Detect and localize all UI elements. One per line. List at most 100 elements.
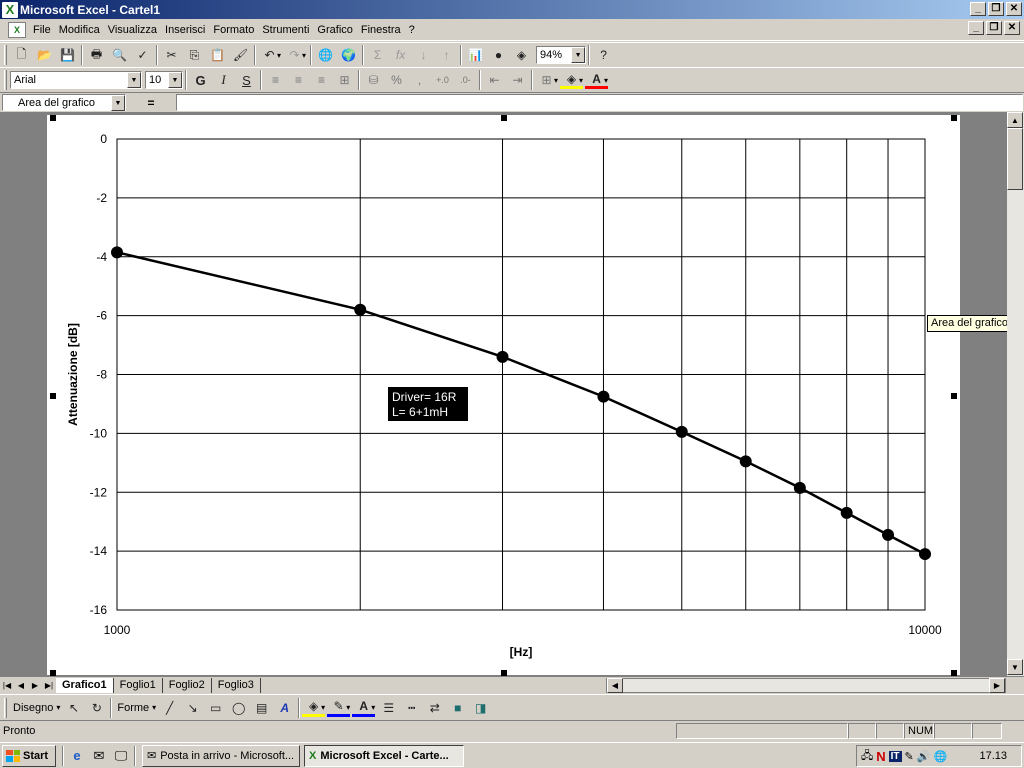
wordart-icon[interactable]: A — [273, 697, 296, 719]
web-toolbar-icon[interactable]: 🌍 — [337, 44, 360, 66]
bold-button[interactable]: G — [189, 69, 212, 91]
selection-handle[interactable] — [501, 115, 507, 121]
internet-explorer-icon[interactable]: e — [66, 745, 88, 767]
toolbar-grip[interactable] — [4, 45, 7, 65]
pen-icon[interactable]: ✎ — [905, 750, 914, 763]
first-sheet-icon[interactable]: |◀ — [0, 678, 14, 692]
cut-icon[interactable]: ✂ — [160, 44, 183, 66]
save-icon[interactable]: 💾 — [56, 44, 79, 66]
menu-visualizza[interactable]: Visualizza — [104, 24, 161, 36]
speaker-icon[interactable]: 🔊 — [917, 750, 931, 763]
currency-icon[interactable]: ⛁ — [362, 69, 385, 91]
minimize-button[interactable]: _ — [970, 2, 986, 16]
increase-indent-icon[interactable]: ⇥ — [506, 69, 529, 91]
document-icon[interactable]: X — [8, 22, 26, 38]
arrow-style-icon[interactable]: ⇄ — [423, 697, 446, 719]
oval-icon[interactable]: ◯ — [227, 697, 250, 719]
vertical-scrollbar[interactable]: ▲ ▼ — [1007, 112, 1024, 676]
autosum-icon[interactable]: Σ — [366, 44, 389, 66]
office-assistant-icon[interactable]: ? — [592, 44, 615, 66]
tab-foglio2[interactable]: Foglio2 — [163, 677, 212, 693]
show-desktop-icon[interactable]: 🖵 — [110, 745, 132, 767]
menu-file[interactable]: File — [29, 24, 55, 36]
select-objects-icon[interactable]: ↖ — [62, 697, 85, 719]
font-size-select[interactable]: 10 ▼ — [145, 71, 183, 89]
language-indicator[interactable]: IT — [888, 750, 902, 762]
print-icon[interactable]: 🖶 — [85, 44, 108, 66]
decrease-decimal-icon[interactable]: .0- — [454, 69, 477, 91]
menu-strumenti[interactable]: Strumenti — [258, 24, 313, 36]
tab-foglio1[interactable]: Foglio1 — [114, 677, 163, 693]
sort-asc-icon[interactable]: ↓ — [412, 44, 435, 66]
align-right-icon[interactable]: ≡ — [310, 69, 333, 91]
menu-help[interactable]: ? — [405, 24, 419, 36]
align-center-icon[interactable]: ≡ — [287, 69, 310, 91]
chevron-down-icon[interactable]: ▼ — [571, 47, 586, 63]
3d-icon[interactable]: ◨ — [469, 697, 492, 719]
autoshapes-button[interactable]: Forme — [114, 702, 152, 714]
scroll-up-button[interactable]: ▲ — [1007, 112, 1023, 128]
chevron-down-icon[interactable]: ▼ — [111, 95, 125, 111]
copy-icon[interactable]: ⎘ — [183, 44, 206, 66]
selection-handle[interactable] — [951, 393, 957, 399]
chevron-down-icon[interactable]: ▼ — [168, 72, 182, 88]
menu-modifica[interactable]: Modifica — [55, 24, 104, 36]
last-sheet-icon[interactable]: ▶| — [42, 678, 56, 692]
dash-style-icon[interactable]: ┅ — [400, 697, 423, 719]
print-preview-icon[interactable]: 🔍 — [108, 44, 131, 66]
paste-icon[interactable]: 📋 — [206, 44, 229, 66]
format-painter-icon[interactable]: 🖌 — [229, 44, 252, 66]
toolbar-grip[interactable] — [4, 697, 7, 718]
new-icon[interactable]: 🗋 — [10, 44, 33, 66]
outlook-icon[interactable]: ✉ — [88, 745, 110, 767]
restore-button[interactable]: ❐ — [988, 2, 1004, 16]
next-sheet-icon[interactable]: ▶ — [28, 678, 42, 692]
network-icon[interactable]: 🖧 — [861, 747, 873, 766]
line-icon[interactable]: ╱ — [158, 697, 181, 719]
chart-area[interactable]: 0 -2 -4 -6 -8 -10 -12 -14 -16 1000 10000 Attenuaz… — [47, 115, 960, 675]
sort-desc-icon[interactable]: ↑ — [435, 44, 458, 66]
toolbar-grip[interactable] — [4, 70, 7, 90]
font-select[interactable]: Arial ▼ — [10, 71, 142, 89]
selection-handle[interactable] — [50, 393, 56, 399]
merge-center-icon[interactable]: ⊞ — [333, 69, 356, 91]
shadow-icon[interactable]: ■ — [446, 697, 469, 719]
scroll-right-button[interactable]: ▶ — [989, 678, 1005, 693]
menu-inserisci[interactable]: Inserisci — [161, 24, 209, 36]
line-style-icon[interactable]: ☰ — [377, 697, 400, 719]
thousands-icon[interactable]: , — [408, 69, 431, 91]
chart-wizard-icon[interactable]: 📊 — [464, 44, 487, 66]
hyperlink-icon[interactable]: 🌐 — [314, 44, 337, 66]
selection-handle[interactable] — [50, 115, 56, 121]
horizontal-scrollbar[interactable]: ◀ ▶ — [606, 678, 1006, 693]
doc-restore-button[interactable]: ❐ — [986, 21, 1002, 35]
scroll-thumb[interactable] — [1007, 128, 1023, 190]
free-rotate-icon[interactable]: ↻ — [85, 697, 108, 719]
underline-button[interactable]: S — [235, 69, 258, 91]
decrease-indent-icon[interactable]: ⇤ — [483, 69, 506, 91]
task-inbox[interactable]: ✉ Posta in arrivo - Microsoft... — [142, 744, 300, 767]
draw-menu-button[interactable]: Disegno — [10, 702, 56, 714]
function-icon[interactable]: fx — [389, 44, 412, 66]
zoom-select[interactable]: 94% ▼ — [536, 46, 587, 64]
start-button[interactable]: Start — [2, 744, 56, 767]
increase-decimal-icon[interactable]: +.0 — [431, 69, 454, 91]
close-button[interactable]: ✕ — [1006, 2, 1022, 16]
menu-grafico[interactable]: Grafico — [313, 24, 356, 36]
menu-formato[interactable]: Formato — [209, 24, 258, 36]
text-box-icon[interactable]: ▤ — [250, 697, 273, 719]
prev-sheet-icon[interactable]: ◀ — [14, 678, 28, 692]
align-left-icon[interactable]: ≡ — [264, 69, 287, 91]
open-icon[interactable]: 📂 — [33, 44, 56, 66]
scroll-left-button[interactable]: ◀ — [607, 678, 623, 693]
globe-icon[interactable]: 🌐 — [933, 750, 947, 763]
italic-button[interactable]: I — [212, 69, 235, 91]
doc-close-button[interactable]: ✕ — [1004, 21, 1020, 35]
scroll-down-button[interactable]: ▼ — [1007, 659, 1023, 675]
menu-finestra[interactable]: Finestra — [357, 24, 405, 36]
selection-handle[interactable] — [951, 115, 957, 121]
doc-minimize-button[interactable]: _ — [968, 21, 984, 35]
task-excel[interactable]: X Microsoft Excel - Carte... — [304, 744, 464, 767]
map-icon[interactable]: ● — [487, 44, 510, 66]
name-box[interactable]: Area del grafico ▼ — [2, 94, 126, 111]
